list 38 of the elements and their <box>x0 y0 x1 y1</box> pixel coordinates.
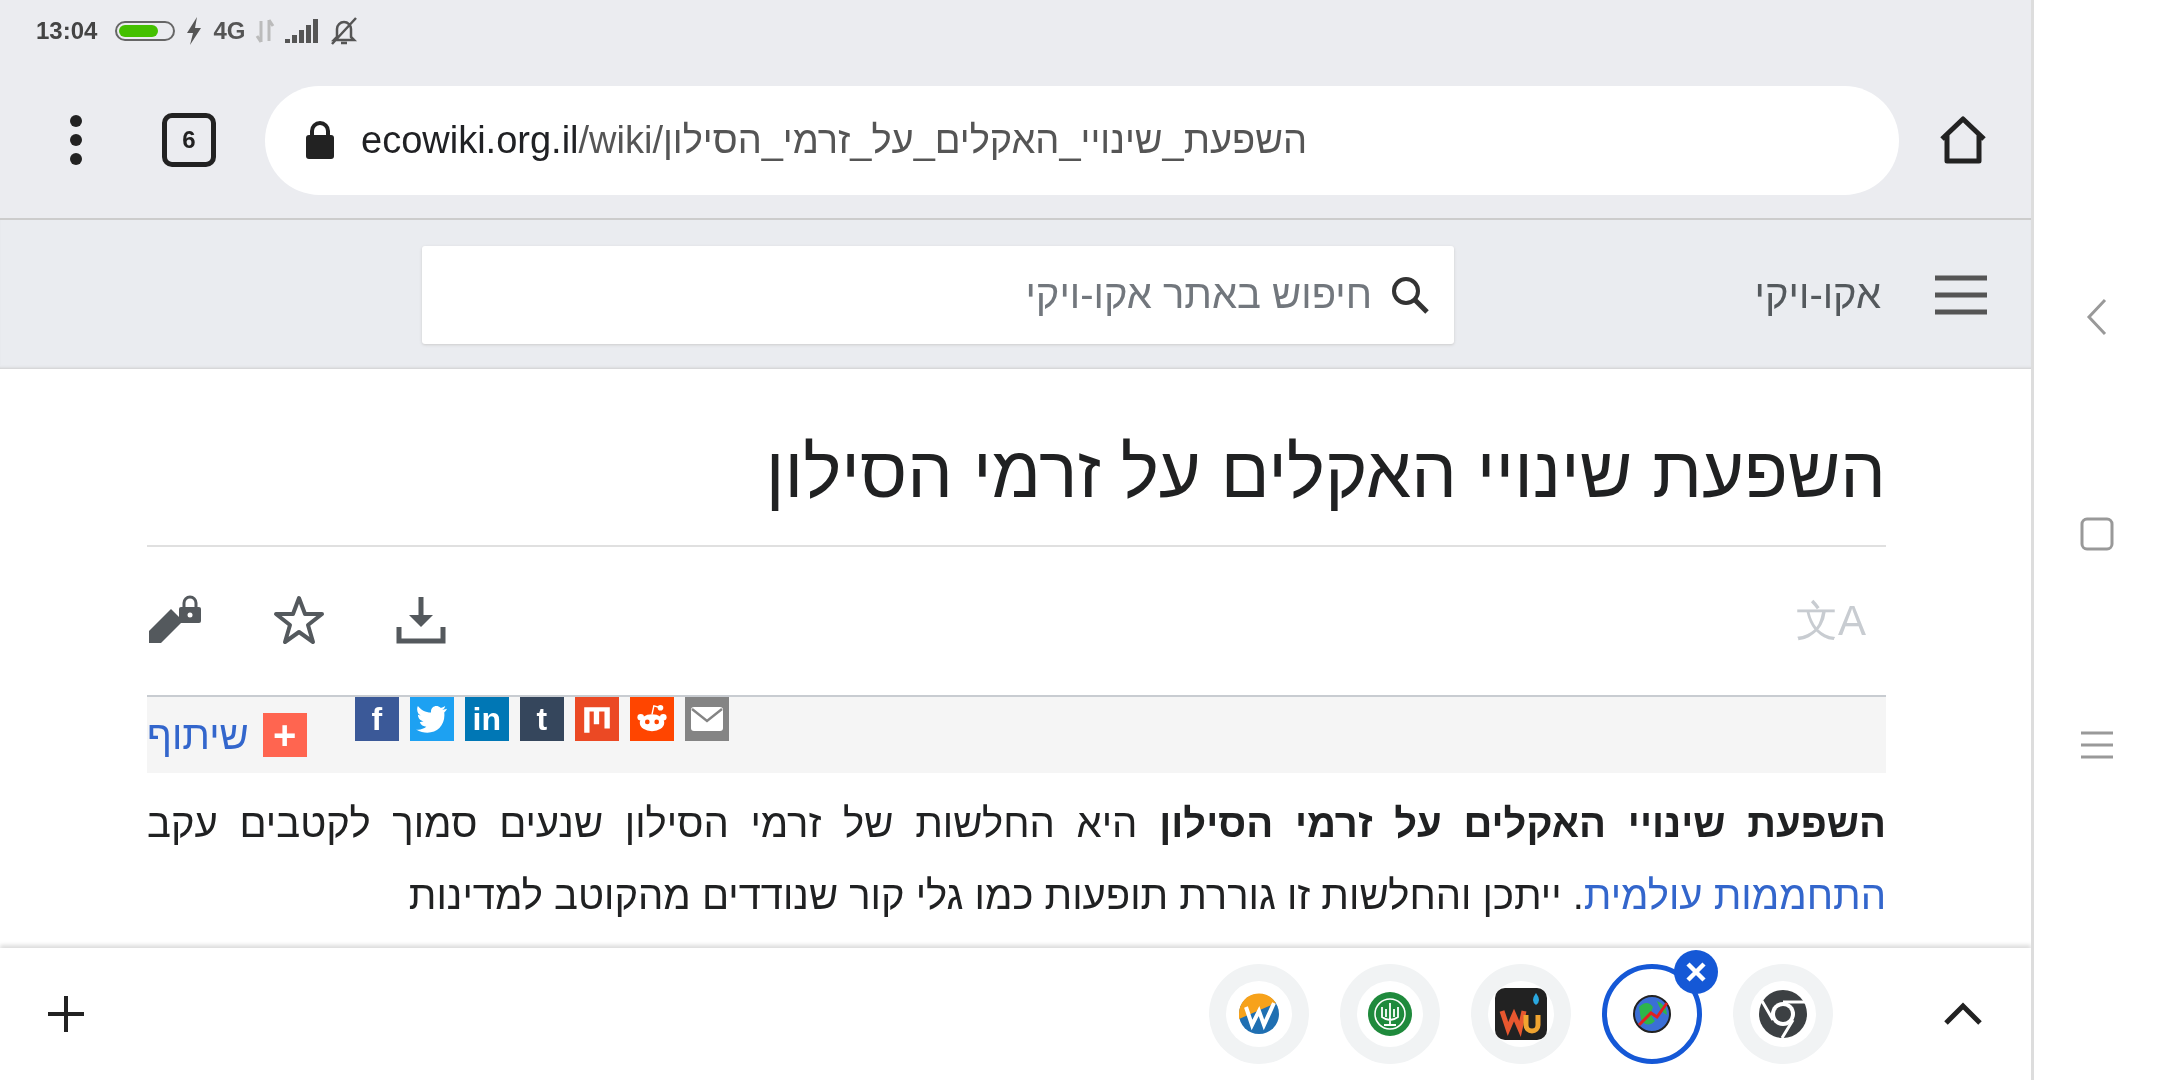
download-icon[interactable] <box>395 595 447 646</box>
status-time: 13:04 <box>36 17 98 45</box>
recents-icon[interactable] <box>2081 731 2113 759</box>
signal-icon <box>285 19 320 43</box>
home-square-icon[interactable] <box>2080 517 2114 551</box>
share-button[interactable]: f <box>354 697 399 742</box>
emblem-icon <box>1365 989 1415 1039</box>
envelope-icon <box>690 707 723 732</box>
article-title: השפעת שינויי האקלים על זרמי הסילון <box>147 429 1886 548</box>
weather-app-icon <box>1494 987 1548 1041</box>
close-icon[interactable] <box>1674 950 1718 994</box>
browser-icon <box>1756 987 1810 1041</box>
charging-icon <box>185 17 204 45</box>
bell-muted-icon <box>329 16 360 46</box>
tab-count-button[interactable]: 6 <box>162 113 216 167</box>
article-paragraph: השפעת שינויי האקלים על זרמי הסילון היא החלשות של זרמי הסילון שנעים סמוך לקטבים עקב התחממות עולמית. ייתכן והחלשות זו גוררת תופעות כמו גלי קור שנודדים מהקוטב למדינות <box>147 800 1886 920</box>
network-type: 4G <box>213 17 246 45</box>
data-arrows-icon <box>255 18 276 44</box>
battery-icon <box>115 21 176 41</box>
menu-icon[interactable] <box>1935 273 1987 316</box>
share-button[interactable]: in <box>464 697 509 742</box>
article-link[interactable]: התחממות עולמית <box>1583 873 1886 918</box>
new-tab-icon[interactable] <box>46 994 86 1034</box>
search-field[interactable]: חיפוש באתר אקו-ויקי <box>422 245 1454 344</box>
share-button[interactable] <box>409 697 454 742</box>
bird-icon <box>415 705 448 734</box>
share-button[interactable] <box>574 697 619 742</box>
caret-icon[interactable] <box>1943 1002 1983 1026</box>
more-menu-icon[interactable] <box>68 115 84 165</box>
share-button[interactable] <box>629 697 674 742</box>
star-icon[interactable] <box>273 595 325 646</box>
share-button[interactable]: t <box>519 697 564 742</box>
share-button[interactable] <box>684 697 729 742</box>
back-icon[interactable] <box>2085 297 2109 337</box>
search-icon <box>1390 274 1430 315</box>
site-name[interactable]: אקו-ויקי <box>1754 272 1881 317</box>
share-link[interactable]: שיתוף <box>147 712 249 758</box>
lock-icon <box>305 120 335 160</box>
